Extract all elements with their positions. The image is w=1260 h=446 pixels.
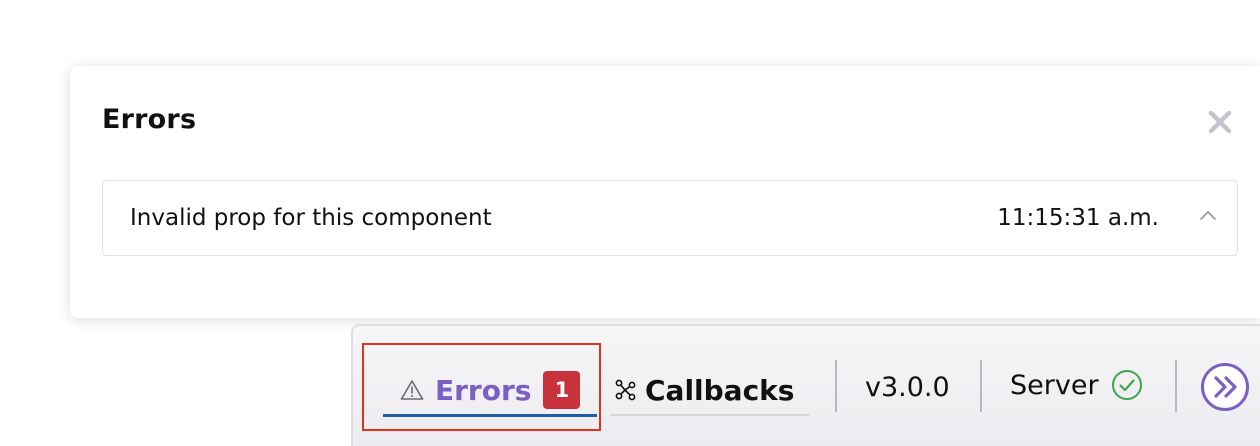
error-timestamp: 11:15:31 a.m. (997, 205, 1159, 231)
callbacks-graph-icon (615, 379, 636, 401)
error-message: Invalid prop for this component (130, 205, 492, 231)
tab-callbacks-label: Callbacks (645, 373, 795, 407)
close-icon[interactable] (1206, 108, 1234, 136)
divider (835, 360, 837, 412)
warning-triangle-icon (400, 380, 424, 400)
double-chevron-right-icon[interactable] (1200, 362, 1250, 412)
check-circle-icon (1111, 370, 1142, 400)
divider (1175, 360, 1177, 412)
tab-callbacks[interactable]: Callbacks (611, 366, 809, 416)
devtools-bar: Errors 1 Callbacks v3.0.0 Server (351, 324, 1260, 446)
version-label: v3.0.0 (865, 372, 950, 403)
chevron-up-icon[interactable] (1199, 209, 1217, 221)
server-label: Server (1010, 369, 1099, 401)
divider (980, 360, 982, 412)
tab-errors[interactable]: Errors 1 (383, 366, 597, 417)
error-count-badge: 1 (543, 371, 581, 409)
panel-title: Errors (102, 104, 197, 135)
errors-panel: Errors Invalid prop for this component 1… (70, 66, 1260, 318)
server-status[interactable]: Server (1010, 369, 1143, 401)
tab-errors-label: Errors (435, 373, 532, 407)
error-list-item[interactable]: Invalid prop for this component 11:15:31… (102, 180, 1238, 256)
